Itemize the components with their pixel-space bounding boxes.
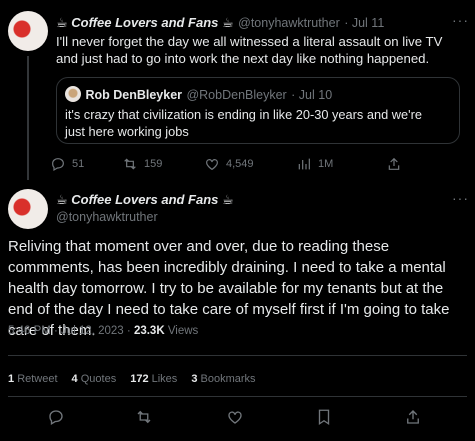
quote-text: it's crazy that civilization is ending i… <box>65 107 422 139</box>
quotes-count: 4 <box>71 373 78 385</box>
share-icon <box>388 157 400 170</box>
quotes-label: Quotes <box>80 373 117 385</box>
timestamp[interactable]: 5:46 PM · Jul 12, 2023 · <box>8 325 131 337</box>
likes-label: Likes <box>151 373 178 385</box>
views-icon <box>298 158 310 170</box>
quote-date: · Jul 10 <box>291 88 333 102</box>
avatar[interactable] <box>8 189 48 229</box>
more-icon[interactable]: ··· <box>452 12 469 28</box>
thread-line <box>27 56 29 180</box>
handle[interactable]: @tonyhawktruther <box>56 210 234 224</box>
quote-header: Rob DenBleyker @RobDenBleyker · Jul 10 <box>65 86 332 104</box>
retweet-icon <box>124 158 136 170</box>
views-count: 23.3K <box>133 325 165 337</box>
like-icon[interactable] <box>226 408 244 426</box>
share-icon[interactable] <box>404 408 422 426</box>
reply-count: 51 <box>72 158 85 170</box>
retweet-button[interactable]: 159 <box>122 156 162 172</box>
retweets-count: 1 <box>8 373 15 385</box>
views-count: 1M <box>318 158 334 170</box>
divider <box>8 396 467 397</box>
display-name[interactable]: ☕ Coffee Lovers and Fans ☕ <box>56 192 234 208</box>
engagement-stats: 1 Retweet 4 Quotes 172 Likes 3 Bookmarks <box>8 373 256 385</box>
divider <box>8 355 467 356</box>
avatar[interactable] <box>8 11 48 51</box>
like-button[interactable]: 4,549 <box>204 156 254 172</box>
tweet-header: ☕ Coffee Lovers and Fans ☕ @tonyhawktrut… <box>56 14 466 32</box>
likes-stat[interactable]: 172 Likes <box>130 373 177 385</box>
main-tweet-header: ☕ Coffee Lovers and Fans ☕ @tonyhawktrut… <box>56 192 234 224</box>
quote-avatar <box>65 86 81 102</box>
like-count: 4,549 <box>226 158 254 170</box>
tweet-meta: 5:46 PM · Jul 12, 2023 · 23.3K Views <box>8 325 198 337</box>
views-button[interactable]: 1M <box>296 156 333 172</box>
more-icon[interactable]: ··· <box>452 190 469 206</box>
handle[interactable]: @tonyhawktruther <box>238 16 340 30</box>
bookmarks-stat[interactable]: 3 Bookmarks <box>191 373 255 385</box>
likes-count: 172 <box>130 373 149 385</box>
tweet-actions-bar <box>0 408 475 428</box>
retweet-icon[interactable] <box>135 408 153 426</box>
views-label: Views <box>167 325 199 337</box>
display-name[interactable]: ☕ Coffee Lovers and Fans ☕ <box>56 15 234 30</box>
retweets-stat[interactable]: 1 Retweet <box>8 373 58 385</box>
bookmarks-count: 3 <box>191 373 198 385</box>
quote-display-name: Rob DenBleyker <box>85 88 183 102</box>
bookmarks-label: Bookmarks <box>200 373 256 385</box>
quoted-tweet[interactable]: Rob DenBleyker @RobDenBleyker · Jul 10 i… <box>56 77 460 144</box>
reply-icon[interactable] <box>47 408 65 426</box>
like-icon <box>206 159 218 171</box>
tweet-date[interactable]: · Jul 11 <box>344 16 384 30</box>
reply-button[interactable]: 51 <box>50 156 84 172</box>
tweet-text: I'll never forget the day we all witness… <box>56 34 443 66</box>
retweets-label: Retweet <box>17 373 58 385</box>
reply-icon <box>52 158 64 172</box>
retweet-count: 159 <box>144 158 163 170</box>
bookmark-icon[interactable] <box>315 408 333 426</box>
share-button[interactable] <box>386 156 402 172</box>
quote-handle: @RobDenBleyker <box>186 88 287 102</box>
quotes-stat[interactable]: 4 Quotes <box>72 373 117 385</box>
